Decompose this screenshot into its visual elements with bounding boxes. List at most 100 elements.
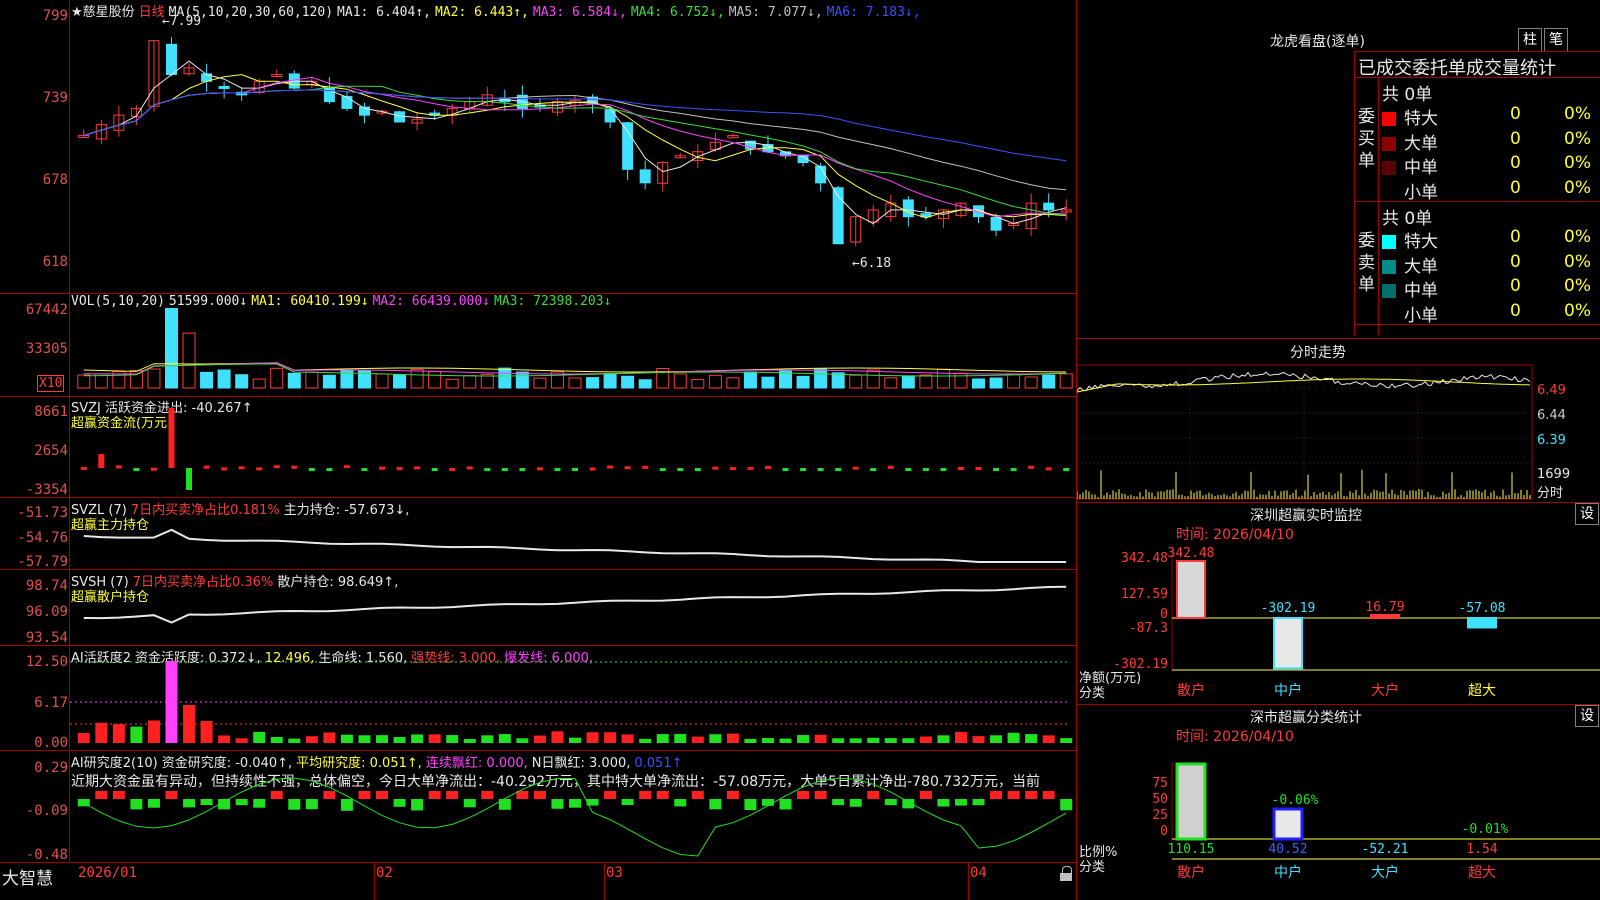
volume-bar bbox=[691, 379, 705, 389]
ai-activity-bar bbox=[481, 735, 494, 743]
buy-count: 0 bbox=[1510, 104, 1521, 124]
svzl-ytick: -51.73 bbox=[17, 505, 68, 521]
sell-count: 0 bbox=[1510, 227, 1521, 247]
volume-bar bbox=[621, 375, 635, 389]
volume-bar bbox=[831, 372, 845, 389]
volume-bar bbox=[200, 371, 214, 389]
ai-activity-bar bbox=[270, 737, 283, 743]
intraday-chart[interactable] bbox=[1077, 360, 1600, 500]
research-bar bbox=[639, 791, 652, 799]
fund-flow-bar bbox=[168, 408, 175, 468]
bar-view-button[interactable]: 柱 bbox=[1518, 28, 1542, 52]
candle-body bbox=[815, 165, 827, 184]
volume-bar bbox=[182, 332, 196, 389]
ai-activity-bar bbox=[990, 735, 1003, 743]
fund-flow-bar bbox=[501, 468, 508, 471]
ai-activity-bar bbox=[516, 738, 529, 743]
volume-bar bbox=[463, 375, 477, 389]
fund-flow-bar bbox=[572, 468, 578, 471]
ai-activity-bar bbox=[972, 736, 985, 743]
sell-row: 大单 0 0% bbox=[1382, 252, 1600, 277]
research-bar bbox=[726, 791, 739, 799]
class-annotation: -0.06% bbox=[1272, 793, 1319, 808]
research-bar bbox=[235, 799, 248, 806]
fund-flow-bar bbox=[800, 468, 807, 471]
fund-flow-bar bbox=[624, 466, 631, 470]
research-bar bbox=[147, 799, 160, 808]
research-bar bbox=[744, 799, 757, 811]
research-bar bbox=[481, 791, 494, 799]
volume-bar bbox=[989, 377, 1003, 389]
sell-pct: 0% bbox=[1564, 227, 1591, 247]
ai-activity-chart bbox=[70, 661, 1073, 743]
ai-activity-bar bbox=[95, 722, 108, 743]
class-bar-value: 40.52 bbox=[1268, 842, 1307, 857]
vol-ytick: 67442 bbox=[25, 302, 68, 318]
class-axis-label-2: 分类 bbox=[1079, 860, 1106, 875]
research-bar bbox=[516, 791, 529, 799]
research-bar bbox=[1042, 791, 1055, 799]
ai-activity-bar bbox=[147, 720, 160, 743]
research-bar bbox=[569, 799, 581, 808]
ai-activity-bar bbox=[1060, 738, 1073, 743]
class-ratio-bar-chart: 7550250110.15 散户 40.52 中户 -52.21 大户 1.54 超大 -0.0… bbox=[1152, 762, 1600, 881]
sell-color-swatch bbox=[1382, 308, 1396, 323]
volume-bar bbox=[849, 374, 863, 389]
buy-total: 共 0单 bbox=[1382, 85, 1433, 105]
volume-bar bbox=[252, 378, 266, 389]
class-border-top bbox=[1076, 704, 1600, 705]
ai-activity-bar bbox=[674, 733, 687, 743]
fund-flow-bar bbox=[589, 467, 596, 471]
intraday-ytick: 6.44 bbox=[1537, 408, 1566, 423]
research-bar bbox=[358, 791, 371, 799]
buy-row: 特大 0 0% bbox=[1382, 104, 1600, 129]
ai-activity-bar bbox=[165, 661, 178, 743]
intraday-title: 分时走势 bbox=[1290, 345, 1346, 361]
volume-bar bbox=[1024, 376, 1038, 389]
fund-flow-bar bbox=[905, 468, 912, 471]
research-bar bbox=[621, 799, 634, 806]
volume-bar bbox=[796, 375, 810, 389]
fund-flow-bar bbox=[133, 468, 140, 471]
brand-logo[interactable]: 大智慧 bbox=[2, 864, 53, 889]
sell-row: 特大 0 0% bbox=[1382, 227, 1600, 252]
research-bar bbox=[253, 799, 266, 808]
buy-row: 中单 0 0% bbox=[1382, 153, 1600, 178]
ai-activity-bar bbox=[639, 738, 652, 743]
research-bar bbox=[270, 791, 283, 799]
fund-flow-bar bbox=[1028, 465, 1035, 469]
volume-bar bbox=[779, 370, 793, 389]
research-bar bbox=[674, 799, 687, 807]
svsh-ytick: 93.54 bbox=[25, 630, 68, 646]
research-bar bbox=[112, 791, 125, 799]
buy-label: 大单 bbox=[1404, 133, 1438, 154]
sell-pct: 0% bbox=[1564, 300, 1591, 321]
sell-label: 小单 bbox=[1404, 305, 1438, 326]
ma-line-1 bbox=[83, 60, 1067, 225]
candlestick-chart[interactable] bbox=[70, 0, 1076, 293]
research-ytick: 0.29 bbox=[34, 760, 68, 776]
fund-flow-bar bbox=[554, 468, 561, 471]
monitor-bar bbox=[1273, 617, 1303, 670]
fund-flow-bar bbox=[729, 467, 736, 471]
ai-activity-bar bbox=[200, 721, 213, 743]
class-category: 超大 bbox=[1468, 865, 1496, 881]
volume-bar bbox=[568, 377, 582, 389]
fund-flow-bar bbox=[466, 466, 473, 470]
research-line bbox=[83, 777, 1067, 857]
buy-pct: 0% bbox=[1564, 128, 1591, 149]
class-bar-value: 1.54 bbox=[1466, 842, 1497, 857]
research-bar bbox=[709, 799, 722, 810]
svsh-ytick: 96.09 bbox=[25, 604, 68, 620]
intraday-border-top bbox=[1076, 338, 1600, 339]
research-bar bbox=[691, 791, 704, 799]
research-bar bbox=[761, 799, 774, 806]
ai-activity-bar bbox=[183, 705, 196, 743]
class-bar-value: -52.21 bbox=[1362, 842, 1409, 857]
fund-flow-bar bbox=[203, 465, 210, 469]
tick-view-button[interactable]: 笔 bbox=[1544, 28, 1568, 52]
research-bar bbox=[323, 791, 336, 799]
intraday-ytick: 6.39 bbox=[1537, 433, 1566, 448]
fund-flow-bar bbox=[396, 467, 403, 471]
research-bar bbox=[411, 799, 424, 811]
